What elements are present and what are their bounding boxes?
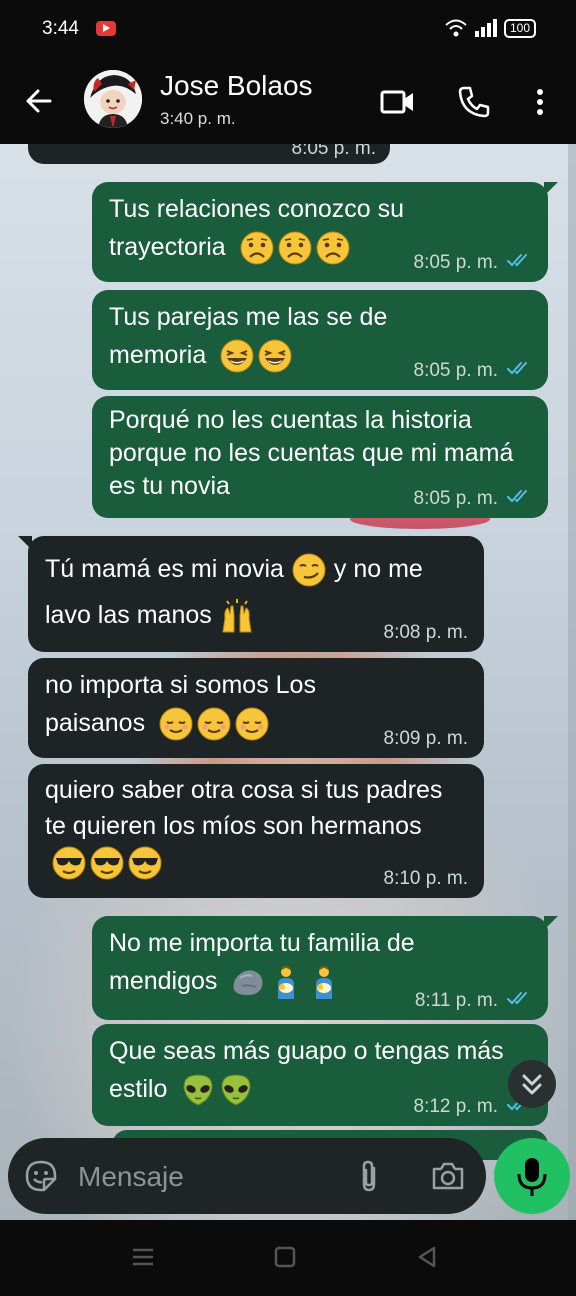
message-text: quiero saber otra cosa si tus padres te … bbox=[45, 776, 443, 840]
frowning-face-emoji bbox=[315, 230, 351, 266]
message-time: 8:10 p. m. bbox=[383, 868, 469, 889]
voice-message-button[interactable] bbox=[494, 1138, 570, 1214]
message-bubble-incoming[interactable]: quiero saber otra cosa si tus padres te … bbox=[28, 764, 484, 898]
message-bubble-outgoing[interactable]: Tus parejas me las se de memoria 8:05 p.… bbox=[92, 290, 548, 390]
more-options-icon[interactable] bbox=[520, 82, 560, 122]
read-receipt-icon bbox=[506, 990, 532, 1012]
wifi-icon bbox=[445, 19, 467, 37]
message-time: 8:05 p. m. bbox=[291, 144, 377, 159]
message-bubble-outgoing[interactable]: Tus relaciones conozco su trayectoria 8:… bbox=[92, 182, 558, 282]
read-receipt-icon bbox=[506, 252, 532, 274]
relieved-face-emoji bbox=[234, 706, 270, 742]
emoji-group bbox=[219, 338, 293, 374]
alien-emoji bbox=[218, 1072, 254, 1108]
raising-hands-emoji bbox=[219, 598, 255, 634]
alien-emoji bbox=[180, 1072, 216, 1108]
contact-name[interactable]: Jose Bolaos bbox=[160, 70, 313, 102]
sunglasses-face-emoji bbox=[51, 845, 87, 881]
chat-area[interactable]: 8:05 p. m. Tus relaciones conozco su tra… bbox=[0, 144, 576, 1220]
contact-last-seen: 3:40 p. m. bbox=[160, 109, 236, 128]
youtube-notification-icon bbox=[96, 21, 116, 36]
rock-emoji bbox=[230, 964, 266, 1000]
message-time: 8:05 p. m. bbox=[413, 360, 499, 381]
message-text: Porqué no les cuentas la historia porque… bbox=[109, 406, 514, 500]
double-chevron-down-icon bbox=[522, 1074, 542, 1095]
read-receipt-icon bbox=[506, 360, 532, 382]
message-input[interactable]: Mensaje bbox=[78, 1161, 184, 1193]
frowning-face-emoji bbox=[239, 230, 275, 266]
message-bubble-incoming[interactable]: Tú mamá es mi novia y no me lavo las man… bbox=[18, 536, 484, 652]
message-bubble-incoming[interactable]: no importa si somos Los paisanos 8:09 p.… bbox=[28, 658, 484, 758]
status-time: 3:44 bbox=[42, 18, 79, 39]
status-indicators: 100 bbox=[444, 18, 536, 38]
camera-icon[interactable] bbox=[430, 1160, 466, 1192]
back-arrow-icon[interactable] bbox=[20, 82, 58, 120]
emoji-group bbox=[158, 706, 270, 742]
message-bubble-partial[interactable]: 8:05 p. m. bbox=[28, 144, 390, 164]
message-time: 8:12 p. m. bbox=[413, 1096, 499, 1117]
message-bubble-outgoing[interactable]: Porqué no les cuentas la historia porque… bbox=[92, 396, 548, 518]
message-time: 8:11 p. m. bbox=[414, 990, 498, 1011]
message-composer[interactable]: Mensaje bbox=[8, 1138, 486, 1214]
message-time: 8:08 p. m. bbox=[383, 622, 469, 643]
system-navigation-bar bbox=[0, 1220, 576, 1296]
relieved-face-emoji bbox=[158, 706, 194, 742]
laughing-face-emoji bbox=[219, 338, 255, 374]
sunglasses-face-emoji bbox=[127, 845, 163, 881]
back-nav-icon[interactable] bbox=[414, 1244, 440, 1270]
message-bubble-outgoing[interactable]: Que seas más guapo o tengas más estilo 8… bbox=[92, 1024, 548, 1126]
person-feeding-baby-emoji bbox=[306, 964, 342, 1000]
smirking-face-emoji bbox=[291, 552, 327, 588]
avatar[interactable] bbox=[84, 70, 142, 128]
home-icon[interactable] bbox=[272, 1244, 298, 1270]
battery-indicator: 100 bbox=[503, 18, 536, 38]
attach-paperclip-icon[interactable] bbox=[354, 1158, 384, 1194]
sunglasses-face-emoji bbox=[89, 845, 125, 881]
microphone-icon bbox=[517, 1158, 547, 1196]
message-time: 8:05 p. m. bbox=[413, 252, 499, 273]
video-call-icon[interactable] bbox=[378, 82, 418, 122]
emoji-sticker-icon[interactable] bbox=[24, 1159, 58, 1193]
relieved-face-emoji bbox=[196, 706, 232, 742]
read-receipt-icon bbox=[506, 488, 532, 510]
message-text: Tú mamá es mi novia bbox=[45, 555, 284, 583]
frowning-face-emoji bbox=[277, 230, 313, 266]
person-feeding-baby-emoji bbox=[268, 964, 304, 1000]
chat-header: Jose Bolaos 3:40 p. m. bbox=[0, 58, 576, 144]
scroll-to-bottom-button[interactable] bbox=[508, 1060, 556, 1108]
message-time: 8:05 p. m. bbox=[413, 488, 499, 509]
signal-icon bbox=[474, 19, 497, 37]
message-time: 8:09 p. m. bbox=[383, 728, 469, 749]
emoji-group bbox=[180, 1072, 254, 1108]
emoji-group bbox=[239, 230, 351, 266]
status-bar: 3:44 100 bbox=[0, 0, 576, 58]
voice-call-icon[interactable] bbox=[454, 82, 494, 122]
recent-apps-icon[interactable] bbox=[130, 1244, 156, 1270]
message-text: Que seas más guapo o tengas más estilo bbox=[109, 1037, 504, 1103]
emoji-group bbox=[230, 964, 342, 1000]
laughing-face-emoji bbox=[257, 338, 293, 374]
message-bubble-outgoing[interactable]: No me importa tu familia de mendigos 8:1… bbox=[92, 916, 558, 1020]
emoji-group bbox=[51, 845, 163, 881]
avatar-image bbox=[84, 70, 142, 128]
